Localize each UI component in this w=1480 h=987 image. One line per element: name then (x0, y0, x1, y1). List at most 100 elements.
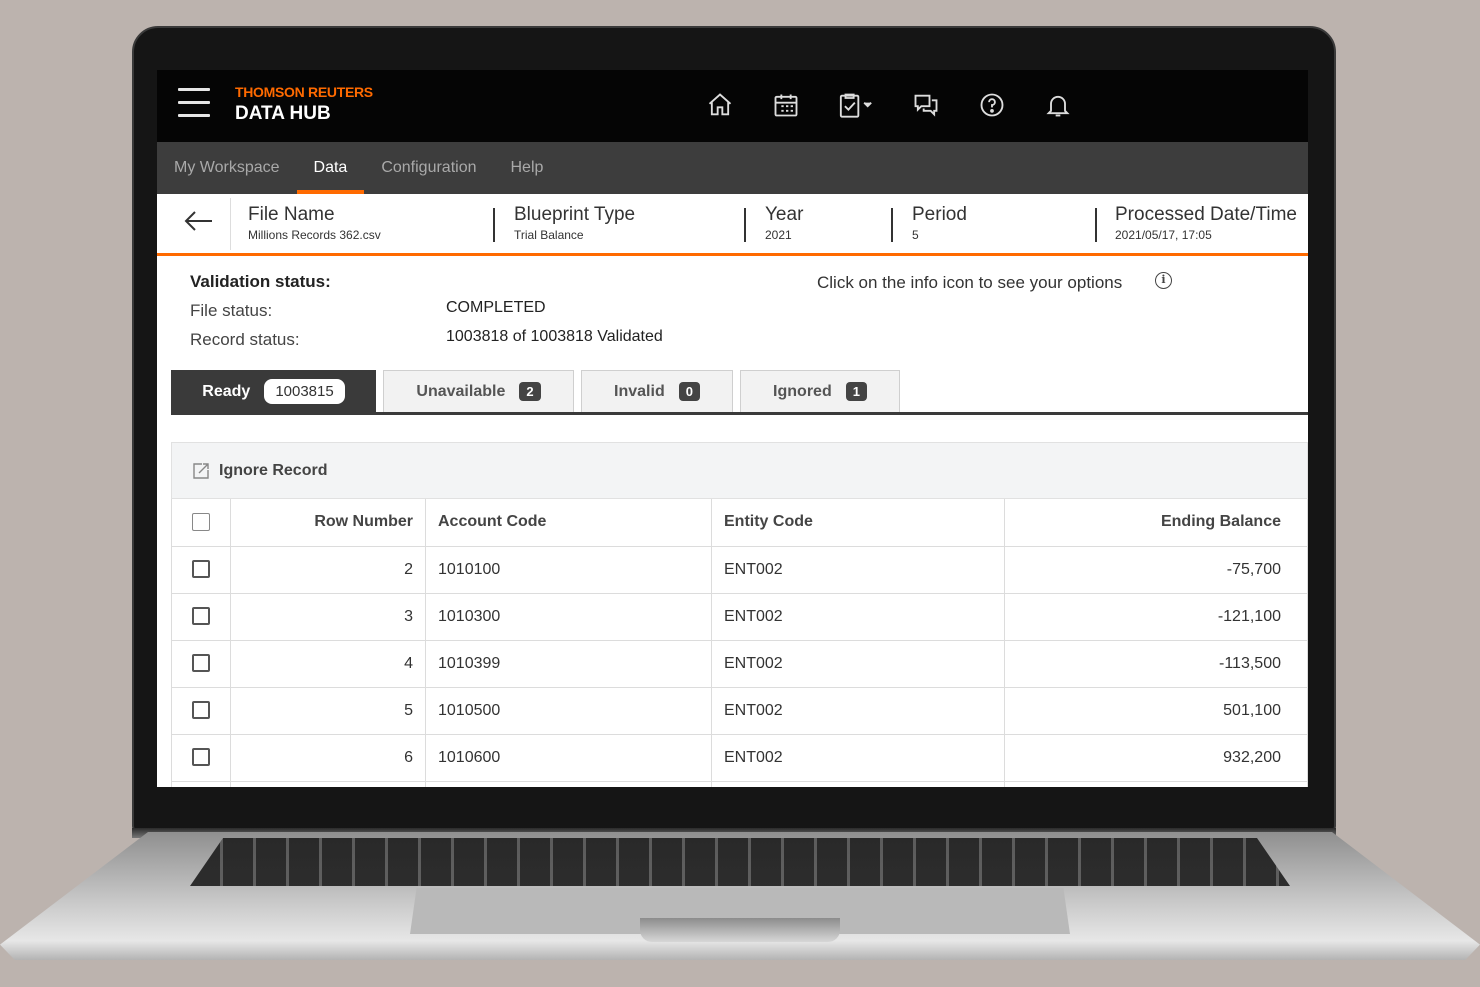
nav-configuration[interactable]: Configuration (364, 142, 493, 194)
tab-invalid[interactable]: Invalid 0 (581, 370, 733, 412)
tab-invalid-label: Invalid (614, 382, 665, 400)
table-row: 5 1010500 ENT002 501,100 (171, 687, 1308, 735)
blueprint-type-label: Blueprint Type (514, 204, 636, 225)
laptop-notch (640, 918, 840, 942)
row-select-cell (171, 734, 231, 782)
file-status-label: File status: (190, 301, 273, 320)
select-all-cell (171, 499, 231, 547)
cell-account-code: 1010600 (425, 734, 712, 782)
row-checkbox[interactable] (192, 701, 210, 720)
row-checkbox[interactable] (192, 560, 210, 579)
year-label: Year (765, 204, 804, 225)
row-select-cell (171, 640, 231, 688)
period-value: 5 (912, 228, 919, 242)
table-row: 3 1010300 ENT002 -121,100 (171, 593, 1308, 641)
processed-datetime-field: Processed Date/Time 2021/05/17, 17:05 (1115, 204, 1297, 242)
table-header-row: Row Number Account Code Entity Code Endi… (171, 499, 1308, 547)
row-select-cell (171, 781, 231, 787)
period-label: Period (912, 204, 967, 225)
table-row: 2 1010100 ENT002 -75,700 (171, 546, 1308, 594)
cell-account-code: 1010500 (425, 687, 712, 735)
cell-entity-code: ENT002 (711, 640, 1005, 688)
cell-ending-balance: 932,200 (1004, 734, 1308, 782)
blueprint-type-field: Blueprint Type Trial Balance (514, 204, 635, 242)
row-checkbox[interactable] (192, 748, 210, 767)
period-field: Period 5 (912, 204, 967, 242)
home-icon[interactable] (702, 88, 738, 122)
row-checkbox[interactable] (192, 654, 210, 673)
cell-account-code: 1010300 (425, 593, 712, 641)
laptop-keyboard (190, 838, 1290, 886)
blueprint-type-value: Trial Balance (514, 228, 584, 242)
cell-row-number: 2 (230, 546, 426, 594)
cell-entity-code: ENT002 (711, 546, 1005, 594)
cell-row-number: 4 (230, 640, 426, 688)
file-status-value: COMPLETED (446, 299, 546, 316)
select-all-checkbox[interactable] (192, 513, 210, 532)
cell-row-number: 3 (230, 593, 426, 641)
help-icon[interactable] (974, 88, 1010, 122)
main-nav: My Workspace Data Configuration Help (157, 142, 1308, 194)
app-header: THOMSON REUTERS DATA HUB (157, 70, 1308, 142)
ignore-record-icon[interactable] (192, 462, 210, 480)
processed-datetime-label: Processed Date/Time (1115, 204, 1297, 225)
year-field: Year 2021 (765, 204, 803, 242)
nav-my-workspace[interactable]: My Workspace (157, 142, 297, 194)
col-row-number[interactable]: Row Number (230, 499, 426, 547)
cell-ending-balance: -113,500 (1004, 640, 1308, 688)
cell-account-code: 1010100 (425, 546, 712, 594)
col-ending-balance[interactable]: Ending Balance (1004, 499, 1308, 547)
ignore-record-button[interactable]: Ignore Record (219, 462, 327, 480)
divider (744, 208, 746, 242)
record-status-value: 1003818 of 1003818 Validated (446, 328, 663, 345)
cell-entity-code: ENT002 (711, 734, 1005, 782)
record-tabs: Ready 1003815 Unavailable 2 Invalid 0 Ig… (171, 370, 1308, 415)
cell-account-code (425, 781, 712, 787)
cell-ending-balance (1004, 781, 1308, 787)
records-table: Row Number Account Code Entity Code Endi… (171, 499, 1308, 787)
tab-unavailable[interactable]: Unavailable 2 (383, 370, 574, 412)
cell-ending-balance: -75,700 (1004, 546, 1308, 594)
app-screen: THOMSON REUTERS DATA HUB My Workspace Da… (157, 70, 1308, 787)
table-row (171, 781, 1308, 787)
bell-icon[interactable] (1040, 88, 1076, 122)
tab-ready-count: 1003815 (264, 379, 345, 404)
year-value: 2021 (765, 228, 792, 242)
divider (1095, 208, 1097, 242)
table-row: 6 1010600 ENT002 932,200 (171, 734, 1308, 782)
tab-ignored-label: Ignored (773, 382, 832, 400)
record-status-label: Record status: (190, 330, 300, 349)
tab-ready[interactable]: Ready 1003815 (171, 370, 376, 412)
divider (493, 208, 495, 242)
menu-icon[interactable] (178, 88, 210, 120)
back-arrow-icon[interactable] (184, 208, 214, 234)
calendar-icon[interactable] (768, 88, 804, 122)
brand-product: DATA HUB (235, 103, 331, 124)
tab-ignored[interactable]: Ignored 1 (740, 370, 900, 412)
row-select-cell (171, 546, 231, 594)
cell-row-number (230, 781, 426, 787)
clipboard-check-icon[interactable] (834, 88, 878, 122)
col-entity-code[interactable]: Entity Code (711, 499, 1005, 547)
divider (230, 198, 231, 250)
file-info-bar: File Name Millions Records 362.csv Bluep… (157, 194, 1308, 256)
nav-help[interactable]: Help (493, 142, 560, 194)
tab-ignored-count: 1 (845, 382, 867, 401)
processed-datetime-value: 2021/05/17, 17:05 (1115, 228, 1212, 242)
row-select-cell (171, 593, 231, 641)
chat-icon[interactable] (908, 88, 944, 122)
file-name-value: Millions Records 362.csv (248, 228, 381, 242)
row-select-cell (171, 687, 231, 735)
cell-row-number: 6 (230, 734, 426, 782)
cell-entity-code (711, 781, 1005, 787)
row-checkbox[interactable] (192, 607, 210, 626)
cell-ending-balance: 501,100 (1004, 687, 1308, 735)
nav-data[interactable]: Data (296, 142, 365, 194)
tab-unavailable-label: Unavailable (416, 382, 506, 400)
info-icon[interactable]: i (1155, 272, 1172, 289)
col-account-code[interactable]: Account Code (425, 499, 712, 547)
cell-ending-balance: -121,100 (1004, 593, 1308, 641)
tab-ready-label: Ready (202, 382, 251, 400)
cell-entity-code: ENT002 (711, 687, 1005, 735)
file-name-field: File Name Millions Records 362.csv (248, 204, 381, 242)
